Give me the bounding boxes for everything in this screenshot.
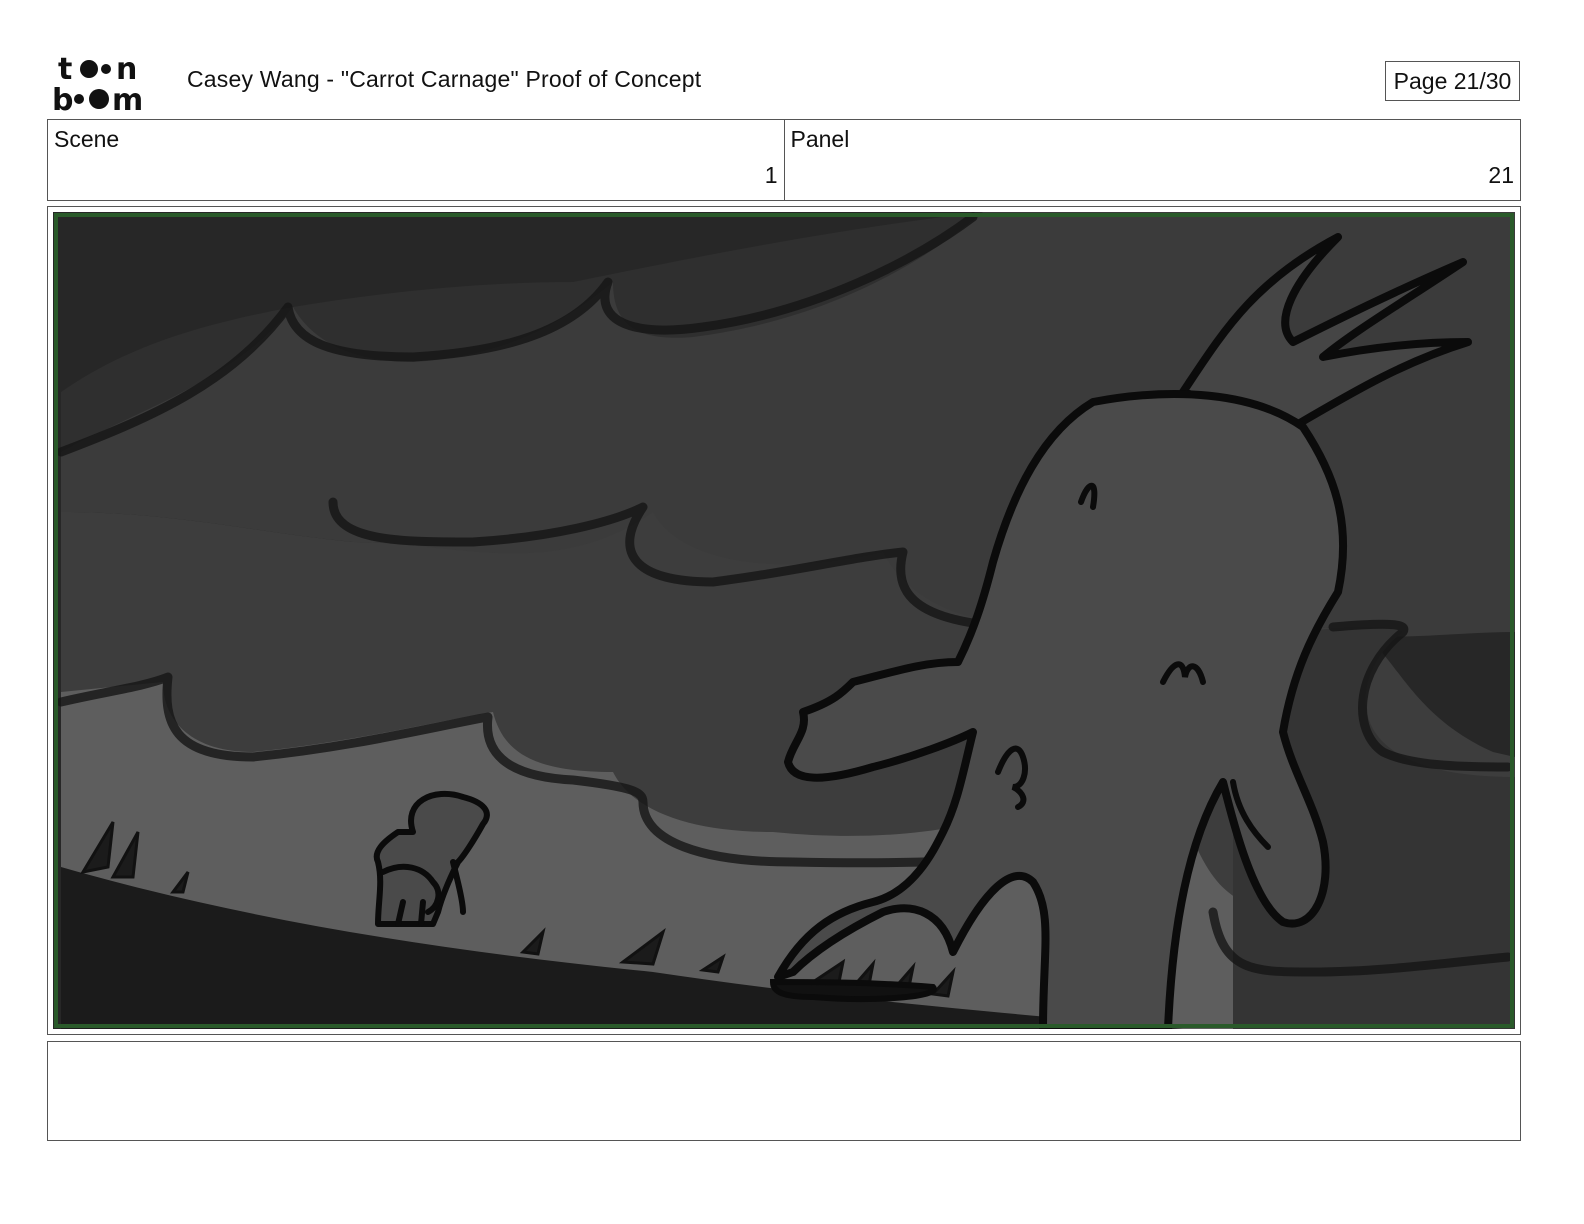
- scene-number: 1: [764, 162, 778, 188]
- scene-label: Scene: [54, 126, 120, 152]
- panel-cell: Panel 21: [783, 120, 1521, 200]
- panel-label: Panel: [790, 126, 850, 152]
- panel-notes-box: [47, 1041, 1521, 1141]
- scene-panel-info: Scene 1 Panel 21: [47, 119, 1521, 201]
- svg-text:m: m: [112, 83, 143, 114]
- svg-text:b: b: [52, 83, 73, 114]
- svg-text:t: t: [58, 52, 72, 87]
- scene-cell: Scene 1: [48, 120, 784, 200]
- page-indicator: Page 21/30: [1385, 61, 1520, 101]
- svg-text:n: n: [116, 52, 137, 87]
- panel-number: 21: [1488, 162, 1514, 188]
- storyboard-panel: [47, 206, 1521, 1035]
- toonboom-logo: t n b m: [50, 52, 164, 118]
- storyboard-sketch-image: [53, 212, 1515, 1029]
- document-title: Casey Wang - "Carrot Carnage" Proof of C…: [187, 66, 702, 92]
